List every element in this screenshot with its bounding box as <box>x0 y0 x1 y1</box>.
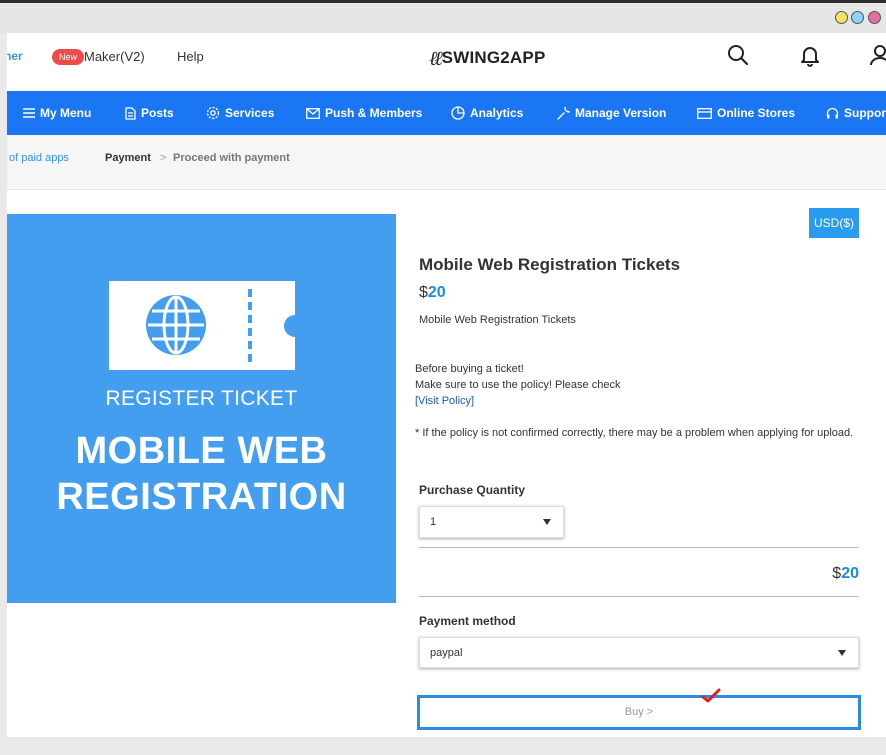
globe-icon <box>146 295 206 355</box>
payment-method-value: paypal <box>430 647 463 659</box>
card-icon <box>697 107 712 119</box>
product-banner-image: REGISTER TICKET MOBILE WEB REGISTRATION <box>7 214 396 603</box>
window-minimize-button[interactable] <box>835 11 848 24</box>
logo[interactable]: ℓℓ SWING2APP <box>429 45 546 70</box>
nav-item-push-members[interactable]: Push & Members <box>306 91 422 135</box>
help-link[interactable]: Help <box>177 49 204 64</box>
header-link-partial[interactable]: ner <box>7 49 23 63</box>
breadcrumb-separator: > <box>160 152 167 164</box>
total-value: 20 <box>841 565 859 582</box>
bell-icon[interactable] <box>798 43 822 67</box>
product-price: $20 <box>419 284 446 302</box>
product-title: Mobile Web Registration Tickets <box>419 255 681 274</box>
nav-label: Posts <box>141 106 174 120</box>
breadcrumb-current: Proceed with payment <box>173 152 290 164</box>
nav-label: Suppor <box>844 106 886 120</box>
envelope-icon <box>306 107 320 119</box>
page: ner New Maker(V2) Help ℓℓ SWING2APP My M… <box>7 33 886 737</box>
hamburger-icon <box>23 108 35 118</box>
site-header: ner New Maker(V2) Help ℓℓ SWING2APP <box>7 33 886 91</box>
quantity-select[interactable]: 1 <box>419 506 564 538</box>
divider <box>419 547 859 548</box>
nav-item-analytics[interactable]: Analytics <box>451 91 523 135</box>
banner-title-line1: MOBILE WEB <box>75 430 328 472</box>
ticket-perforation <box>248 289 252 362</box>
user-icon[interactable] <box>868 43 886 67</box>
total-price: $20 <box>832 565 859 583</box>
nav-label: Services <box>225 106 275 120</box>
payment-method-select[interactable]: paypal <box>419 637 859 668</box>
nav-item-my-menu[interactable]: My Menu <box>23 91 91 135</box>
nav-label: Manage Version <box>575 106 667 120</box>
main-nav: My Menu Posts Services Push & Members An… <box>7 91 886 135</box>
visit-policy-link[interactable]: [Visit Policy] <box>415 393 620 409</box>
nav-item-support[interactable]: Suppor <box>826 91 886 135</box>
window-maximize-button[interactable] <box>851 11 864 24</box>
banner-title-line2: REGISTRATION <box>56 476 347 518</box>
ticket-graphic <box>109 281 306 370</box>
policy-warning: * If the policy is not confirmed correct… <box>415 427 854 439</box>
window-bar <box>0 3 886 33</box>
notice-line1: Before buying a ticket! <box>415 363 524 375</box>
quantity-label: Purchase Quantity <box>419 483 526 497</box>
chevron-down-icon <box>543 519 551 525</box>
ticket-notch <box>284 315 306 337</box>
nav-item-online-stores[interactable]: Online Stores <box>697 91 795 135</box>
document-icon <box>125 106 136 120</box>
total-symbol: $ <box>832 565 842 582</box>
maker-link[interactable]: Maker(V2) <box>84 49 145 64</box>
logo-text: SWING2APP <box>441 48 546 67</box>
pie-chart-icon <box>451 106 465 120</box>
new-badge: New <box>52 49 85 65</box>
breadcrumb-paid-apps[interactable]: of paid apps <box>9 152 69 164</box>
nav-item-manage-version[interactable]: Manage Version <box>557 91 666 135</box>
product-description: Mobile Web Registration Tickets <box>419 314 576 326</box>
nav-label: Analytics <box>470 106 524 120</box>
logo-mark-icon: ℓℓ <box>429 45 443 70</box>
nav-item-posts[interactable]: Posts <box>125 91 174 135</box>
policy-notice: Before buying a ticket! Make sure to use… <box>415 361 620 409</box>
chevron-down-icon <box>838 650 846 656</box>
price-symbol: $ <box>419 284 428 301</box>
gear-icon <box>206 106 220 120</box>
quantity-value: 1 <box>430 516 437 528</box>
payment-method-label: Payment method <box>419 614 516 628</box>
search-icon[interactable] <box>726 43 750 67</box>
checkmark-icon <box>701 688 721 703</box>
nav-item-services[interactable]: Services <box>206 91 274 135</box>
divider <box>419 596 859 597</box>
headset-icon <box>826 107 839 118</box>
banner-subtitle: REGISTER TICKET <box>105 387 298 410</box>
notice-line2: Make sure to use the policy! Please chec… <box>415 379 621 391</box>
banner-title: MOBILE WEB REGISTRATION <box>7 428 396 520</box>
nav-label: My Menu <box>40 106 92 120</box>
buy-button[interactable]: Buy > <box>417 695 861 730</box>
nav-label: Online Stores <box>717 106 796 120</box>
currency-button[interactable]: USD($) <box>809 208 859 238</box>
breadcrumb-payment[interactable]: Payment <box>105 152 151 164</box>
price-value: 20 <box>427 284 446 301</box>
window-close-button[interactable] <box>868 11 881 24</box>
breadcrumb: of paid apps Payment > Proceed with paym… <box>7 135 886 190</box>
nav-label: Push & Members <box>325 106 423 120</box>
wrench-icon <box>557 106 570 120</box>
